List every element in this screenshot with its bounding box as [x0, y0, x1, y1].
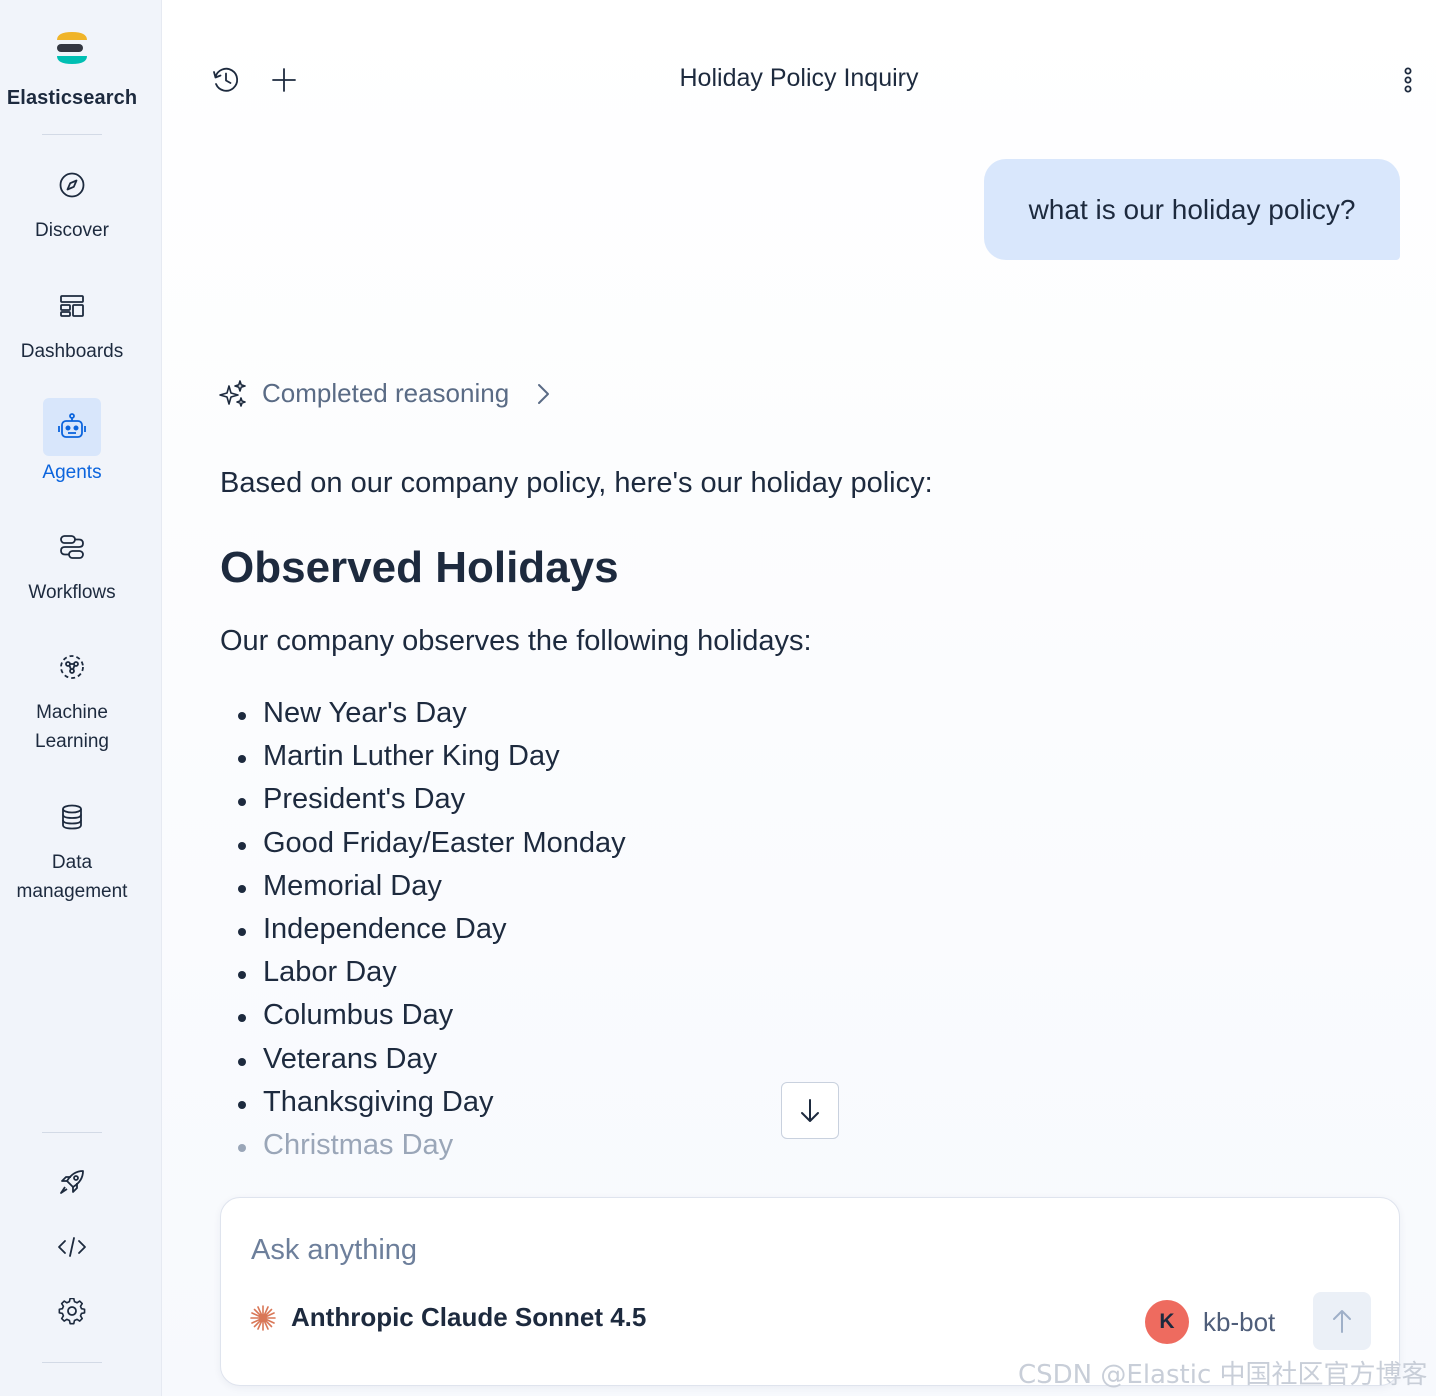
- gear-icon[interactable]: [44, 1292, 100, 1332]
- avatar: K: [1145, 1300, 1189, 1344]
- sidebar-item-label: Data management: [16, 852, 128, 902]
- sidebar-item-dashboards[interactable]: Dashboards: [0, 277, 144, 366]
- model-name: Anthropic Claude Sonnet 4.5: [291, 1302, 647, 1332]
- holiday-list-item: Christmas Day: [220, 1124, 1320, 1167]
- message-input[interactable]: [251, 1228, 1151, 1272]
- sidebar-divider: [42, 1132, 102, 1133]
- answer-heading: Observed Holidays: [220, 543, 619, 592]
- holiday-list-item: Columbus Day: [220, 994, 1320, 1037]
- holiday-list-item: Veterans Day: [220, 1038, 1320, 1081]
- sparkles-icon: [219, 379, 246, 407]
- holiday-list-item: New Year's Day: [220, 692, 1320, 735]
- kebab-menu-icon: [1404, 67, 1412, 93]
- arrow-up-icon: [1333, 1310, 1351, 1333]
- agent-name: kb-bot: [1203, 1306, 1276, 1337]
- assistant-answer: Based on our company policy, here's our …: [220, 462, 1320, 1167]
- database-icon: [43, 788, 101, 846]
- sidebar-item-label: Dashboards: [20, 341, 124, 362]
- brand-name: Elasticsearch: [6, 87, 138, 109]
- holiday-list-item: Labor Day: [220, 951, 1320, 994]
- rocket-icon[interactable]: [44, 1162, 100, 1202]
- more-options-button[interactable]: [1388, 60, 1428, 100]
- user-message-bubble: what is our holiday policy?: [984, 159, 1400, 260]
- holiday-list-item: President's Day: [220, 778, 1320, 821]
- answer-subtext: Our company observes the following holid…: [220, 625, 812, 657]
- sidebar-item-label: Machine Learning: [35, 702, 109, 752]
- dashboard-icon: [43, 277, 101, 335]
- chevron-right-icon: [538, 383, 550, 404]
- compass-icon: [43, 156, 101, 214]
- agent-selector[interactable]: K kb-bot: [1145, 1300, 1275, 1344]
- sidebar-divider: [42, 134, 102, 135]
- brand[interactable]: Elasticsearch: [0, 28, 144, 110]
- holiday-list-item: Thanksgiving Day: [220, 1081, 1320, 1124]
- chat-main: Holiday Policy Inquiry what is our holid…: [162, 0, 1436, 1396]
- sidebar-item-label: Workflows: [28, 582, 116, 603]
- user-message-text: what is our holiday policy?: [1028, 193, 1356, 225]
- model-selector[interactable]: Anthropic Claude Sonnet 4.5: [249, 1302, 646, 1333]
- sidebar-item-label: Discover: [35, 220, 109, 241]
- holiday-list-item: Independence Day: [220, 908, 1320, 951]
- sidebar-item-label: Agents: [42, 462, 102, 483]
- conversation-title: Holiday Policy Inquiry: [679, 64, 919, 92]
- code-icon[interactable]: [44, 1227, 100, 1267]
- holiday-list-item: Martin Luther King Day: [220, 735, 1320, 778]
- watermark: CSDN @Elastic 中国社区官方博客: [1018, 1360, 1428, 1390]
- reasoning-label: Completed reasoning: [262, 378, 510, 408]
- elasticsearch-logo-icon: [57, 32, 87, 64]
- arrow-down-icon: [801, 1098, 819, 1122]
- holiday-list: New Year's Day Martin Luther King Day Pr…: [220, 692, 1320, 1167]
- sidebar-item-workflows[interactable]: Workflows: [0, 518, 144, 607]
- holiday-list-item: Memorial Day: [220, 865, 1320, 908]
- sidebar-item-agents[interactable]: Agents: [0, 398, 144, 487]
- sidebar-item-discover[interactable]: Discover: [0, 156, 144, 245]
- workflow-icon: [43, 518, 101, 576]
- sidebar: Elasticsearch Discover Dashboards Agents…: [0, 0, 162, 1396]
- holiday-list-item: Good Friday/Easter Monday: [220, 822, 1320, 865]
- sidebar-item-data-management[interactable]: Data management: [0, 788, 144, 906]
- machine-learning-icon: [43, 638, 101, 696]
- robot-icon: [43, 398, 101, 456]
- reasoning-toggle[interactable]: Completed reasoning: [218, 378, 553, 409]
- scroll-to-bottom-button[interactable]: [781, 1082, 839, 1139]
- sidebar-divider: [42, 1362, 102, 1363]
- send-button[interactable]: [1313, 1292, 1371, 1350]
- sidebar-item-machine-learning[interactable]: Machine Learning: [0, 638, 144, 756]
- anthropic-icon: [250, 1304, 276, 1331]
- answer-intro: Based on our company policy, here's our …: [220, 467, 933, 499]
